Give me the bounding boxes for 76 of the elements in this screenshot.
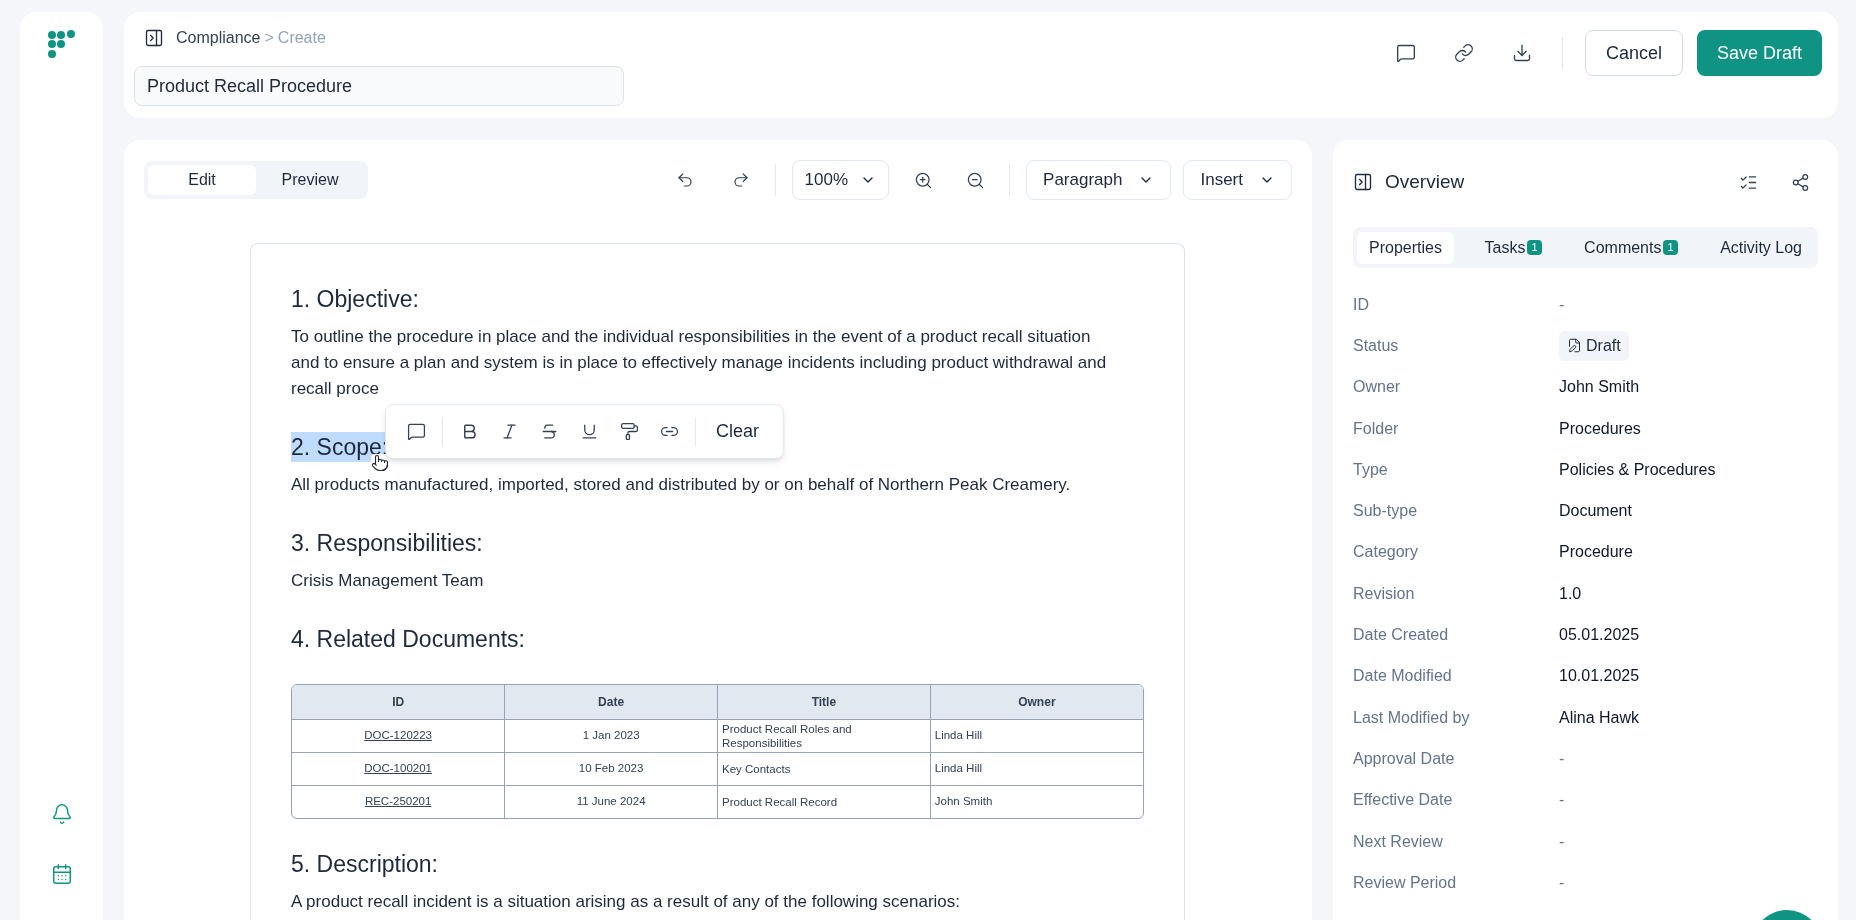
body-paragraph: Crisis Management Team [291, 570, 485, 592]
body-paragraph: All products manufactured, imported, stored and distributed by or on behalf of Northern Peak Creamery. [291, 474, 1072, 496]
property-value: 10.01.2025 [1559, 666, 1640, 687]
table-cell: Product Recall Record [717, 785, 931, 818]
table-cell: Linda Hill [930, 719, 1143, 752]
property-value: - [1559, 831, 1565, 852]
property-value: Document [1559, 501, 1632, 522]
property-label: Category [1353, 542, 1419, 563]
column-header: ID [292, 685, 505, 719]
table-cell: 1 Jan 2023 [504, 719, 718, 752]
property-label: Type [1353, 459, 1389, 480]
property-label: Effective Date [1353, 790, 1454, 811]
table-cell: Product Recall Roles and Responsibilities [717, 719, 931, 752]
property-label: Next Review [1353, 831, 1444, 852]
property-label: Owner [1353, 377, 1402, 398]
column-header: Title [717, 685, 931, 719]
column-header: Owner [930, 685, 1143, 719]
breadcrumb-link[interactable]: Compliance [176, 26, 261, 50]
cancel-button[interactable]: Cancel [1584, 30, 1683, 76]
property-value: Procedure [1559, 542, 1633, 563]
property-label: Date Created [1353, 625, 1450, 645]
status-badge: Draft [1559, 330, 1629, 361]
block-dropdown[interactable]: Paragraph [1026, 160, 1172, 200]
property-value: - [1559, 790, 1565, 811]
overview-tab[interactable]: Comments 1 [1572, 231, 1690, 264]
property-value: Procedures [1559, 418, 1641, 439]
save-draft-button[interactable]: Save Draft [1696, 30, 1822, 76]
property-value: Policies & Procedures [1559, 459, 1716, 480]
property-label: ID [1353, 294, 1370, 315]
panel-toggle-icon[interactable] [144, 28, 164, 48]
property-value: 05.01.2025 [1559, 625, 1640, 645]
zoom-dropdown[interactable]: 100% [791, 160, 890, 200]
body-paragraph: To outline the procedure in place and the individual responsibilities in the event of a product recall situation and to ensure a plan and system is in place to effectively manage incidents including product withdrawal and recall proce [291, 326, 1108, 400]
mode-tab[interactable]: Edit [148, 165, 256, 195]
section-heading: 3. Responsibilities: [291, 529, 483, 558]
property-label: Folder [1353, 418, 1400, 439]
section-heading: 2. Scope: [291, 432, 389, 462]
table-cell: 11 June 2024 [504, 785, 718, 818]
title-field[interactable]: Product Recall Procedure [134, 66, 624, 106]
property-label: Last Modified by [1353, 707, 1471, 728]
table-cell: Linda Hill [930, 752, 1143, 785]
overview-tab[interactable]: Tasks 1 [1472, 231, 1554, 264]
panel-toggle-icon[interactable] [1353, 172, 1373, 192]
property-label: Review Period [1353, 872, 1458, 893]
logo-icon [46, 30, 77, 60]
panel-title: Overview [1385, 169, 1465, 194]
document-link[interactable]: DOC-120223 [364, 728, 432, 741]
document-link[interactable]: REC-250201 [364, 795, 432, 808]
table-cell: John Smith [930, 785, 1143, 818]
count-badge: 1 [1527, 240, 1542, 255]
property-value: Alina Hawk [1559, 707, 1640, 728]
property-label: Approval Date [1353, 748, 1456, 769]
property-value: John Smith [1559, 377, 1640, 398]
property-label: Status [1353, 335, 1400, 356]
section-heading: 5. Description: [291, 850, 438, 879]
property-value: - [1559, 748, 1565, 769]
table-cell: 10 Feb 2023 [504, 752, 718, 785]
overview-tab[interactable]: Activity Log [1708, 231, 1814, 264]
section-heading: 4. Related Documents: [291, 625, 525, 654]
property-label: Date Modified [1353, 666, 1453, 687]
body-paragraph: A product recall incident is a situation arising as a result of any of the following scenarios: [291, 891, 962, 913]
breadcrumb-separator: > [264, 28, 274, 48]
column-header: Date [504, 685, 718, 719]
property-label: Revision [1353, 583, 1416, 604]
property-label: Sub-type [1353, 501, 1419, 522]
table-cell: Key Contacts [717, 752, 931, 785]
mode-tab[interactable]: Preview [256, 165, 364, 195]
block-dropdown[interactable]: Insert [1183, 160, 1292, 200]
count-badge: 1 [1663, 240, 1678, 255]
document-link[interactable]: DOC-100201 [364, 761, 432, 774]
property-value: 1.0 [1559, 583, 1582, 604]
property-value: - [1559, 294, 1565, 315]
property-value: - [1559, 872, 1565, 893]
clear-button[interactable]: Clear [704, 413, 771, 450]
section-heading: 1. Objective: [291, 285, 419, 314]
overview-tab[interactable]: Properties [1357, 231, 1454, 264]
